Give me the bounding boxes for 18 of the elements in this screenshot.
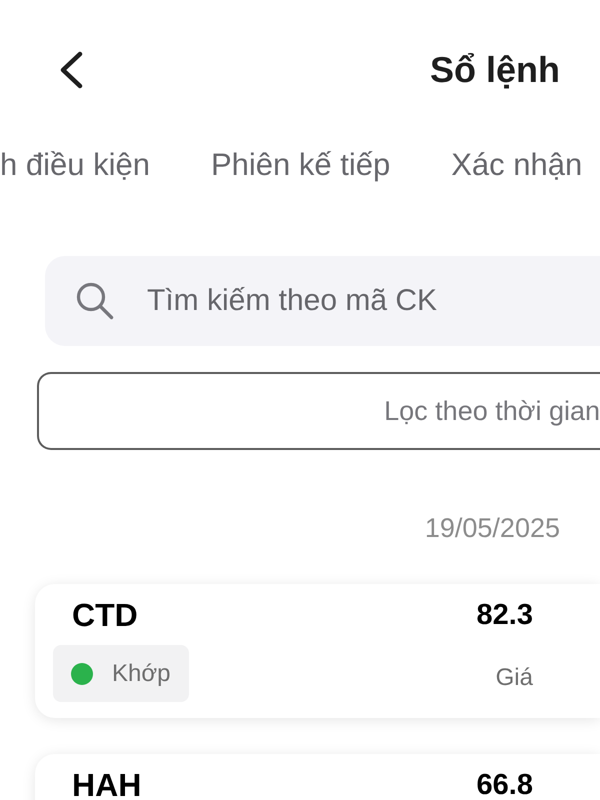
price-value: 82.3 [476, 601, 533, 629]
date-heading: 19/05/2025 [424, 513, 560, 543]
time-filter-button[interactable]: Lọc theo thời gian [37, 372, 600, 450]
price-label: Giá [496, 663, 533, 693]
order-card[interactable]: CTD Khớp 82.3 Giá [35, 584, 600, 718]
stock-symbol: CTD [72, 601, 138, 629]
search-icon [76, 282, 114, 320]
order-card[interactable]: HAH 66.8 [35, 754, 600, 800]
stock-symbol: HAH [72, 771, 142, 799]
price-value: 66.8 [476, 771, 533, 799]
back-button[interactable] [58, 51, 84, 89]
page-title: Sổ lệnh [430, 50, 560, 90]
tab[interactable]: h điều kiện [0, 146, 150, 184]
search-field[interactable]: Tìm kiếm theo mã CK [45, 256, 600, 346]
tab[interactable]: Phiên kế tiếp [210, 146, 390, 184]
back-icon [58, 51, 84, 89]
status-label: Khớp [112, 658, 170, 688]
tab[interactable]: Xác nhận [451, 146, 582, 184]
